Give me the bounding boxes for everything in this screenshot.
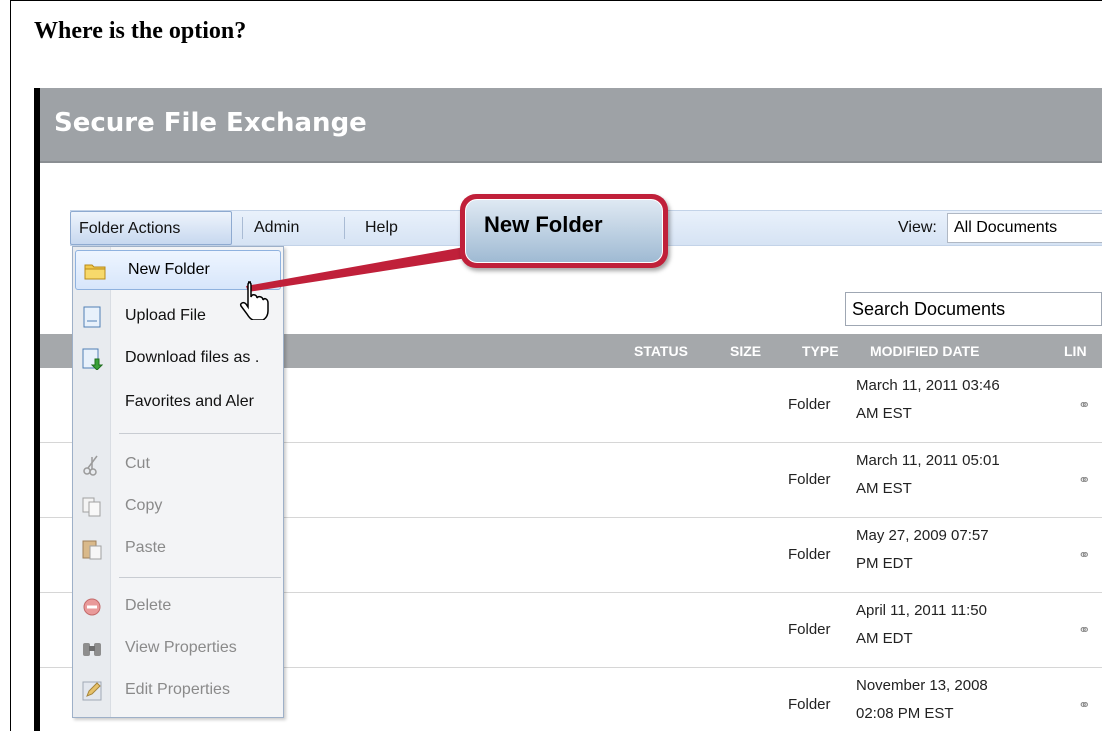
- paste-icon: [82, 540, 102, 560]
- row-type: Folder: [788, 471, 831, 488]
- callout-text: New Folder: [484, 212, 603, 237]
- question-heading: Where is the option?: [34, 18, 247, 44]
- callout-bubble: New Folder: [460, 194, 668, 268]
- link-icon[interactable]: ⚭: [1078, 546, 1091, 564]
- download-icon: [82, 348, 103, 370]
- folder-icon: [84, 264, 106, 280]
- view-label: View:: [898, 219, 937, 236]
- column-header-link[interactable]: LIN: [1064, 334, 1087, 368]
- menu-separator: [119, 433, 281, 434]
- row-modified-date: April 11, 2011 11:50 AM EDT: [856, 602, 987, 647]
- menu-item-view-properties[interactable]: View Properties: [73, 629, 283, 669]
- view-select[interactable]: All Documents: [947, 213, 1102, 243]
- row-type: Folder: [788, 696, 831, 713]
- toolbar-separator: [344, 217, 345, 239]
- column-header-size[interactable]: SIZE: [730, 334, 761, 368]
- menu-item-edit-properties[interactable]: Edit Properties: [73, 671, 283, 711]
- menu-item-cut[interactable]: Cut: [73, 445, 283, 485]
- menu-item-favorites-alerts[interactable]: Favorites and Aler: [73, 383, 283, 423]
- callout-inner: New Folder: [465, 199, 663, 263]
- menu-item-download-files[interactable]: Download files as .: [73, 339, 283, 379]
- row-modified-date: March 11, 2011 03:46 AM EST: [856, 377, 1000, 422]
- toolbar-separator: [242, 217, 243, 239]
- link-icon[interactable]: ⚭: [1078, 696, 1091, 714]
- row-type: Folder: [788, 621, 831, 638]
- hand-pointer-cursor-icon: [239, 281, 269, 320]
- help-button[interactable]: Help: [365, 211, 398, 245]
- column-header-type[interactable]: TYPE: [802, 334, 839, 368]
- row-modified-date: March 11, 2011 05:01 AM EST: [856, 452, 1000, 497]
- link-icon[interactable]: ⚭: [1078, 396, 1091, 414]
- menu-item-copy[interactable]: Copy: [73, 487, 283, 527]
- document-icon: [83, 306, 101, 328]
- delete-icon: [83, 598, 101, 616]
- row-modified-date: May 27, 2009 07:57 PM EDT: [856, 527, 989, 572]
- row-type: Folder: [788, 396, 831, 413]
- scissors-icon: [83, 455, 98, 476]
- admin-button[interactable]: Admin: [254, 211, 299, 245]
- search-documents-input[interactable]: Search Documents: [845, 292, 1102, 326]
- row-type: Folder: [788, 546, 831, 563]
- folder-actions-button[interactable]: Folder Actions: [70, 211, 232, 245]
- link-icon[interactable]: ⚭: [1078, 621, 1091, 639]
- app-header: Secure File Exchange: [40, 88, 1102, 163]
- app-title: Secure File Exchange: [54, 108, 367, 138]
- column-header-modified-date[interactable]: MODIFIED DATE: [870, 334, 979, 368]
- menu-item-paste[interactable]: Paste: [73, 529, 283, 569]
- pencil-icon: [82, 681, 102, 701]
- row-modified-date: November 13, 2008 02:08 PM EST: [856, 677, 988, 722]
- column-header-status[interactable]: STATUS: [634, 334, 688, 368]
- binoculars-icon: [83, 643, 101, 656]
- copy-icon: [82, 497, 101, 517]
- link-icon[interactable]: ⚭: [1078, 471, 1091, 489]
- menu-item-delete[interactable]: Delete: [73, 587, 283, 627]
- menu-separator: [119, 577, 281, 578]
